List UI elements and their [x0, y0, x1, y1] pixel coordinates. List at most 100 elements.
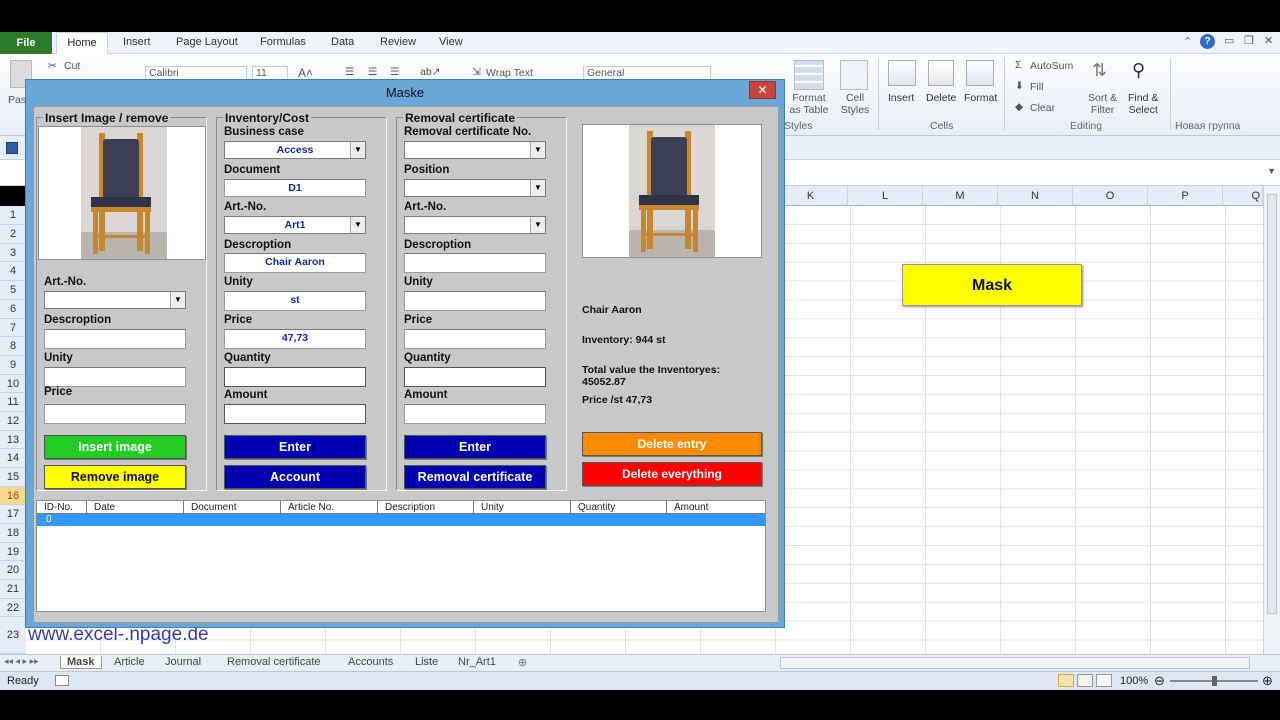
chevron-down-icon[interactable]: ▼	[350, 217, 365, 233]
clear-button[interactable]: Clear	[1030, 102, 1055, 114]
inventory-art-no-combo[interactable]: Art1 ▼	[224, 216, 366, 234]
tab-insert[interactable]: Insert	[123, 36, 151, 48]
zoom-level[interactable]: 100%	[1120, 675, 1148, 687]
sheet-tab-mask[interactable]: Mask	[60, 656, 102, 669]
align-middle-icon[interactable]: ☰	[368, 66, 377, 78]
dialog-close-button[interactable]: ✕	[749, 81, 776, 99]
image-price-field[interactable]	[44, 404, 186, 424]
row-header[interactable]: 3	[0, 244, 26, 262]
row-header[interactable]: 18	[0, 524, 26, 543]
removal-description-field[interactable]	[404, 253, 546, 273]
row-header[interactable]: 11	[0, 393, 26, 412]
tab-home[interactable]: Home	[56, 32, 108, 55]
normal-view-icon[interactable]	[1058, 674, 1074, 687]
position-combo[interactable]: ▼	[404, 179, 546, 197]
row-header[interactable]: 2	[0, 225, 26, 244]
formula-bar-expand-icon[interactable]: ▼	[1267, 166, 1276, 176]
macro-record-icon[interactable]	[55, 675, 69, 686]
sheet-tab-article[interactable]: Article	[114, 656, 145, 668]
window-minimize-icon[interactable]: ▭	[1224, 34, 1234, 47]
file-tab[interactable]: File	[0, 32, 52, 54]
row-header[interactable]: 5	[0, 281, 26, 300]
removal-unity-field[interactable]	[404, 291, 546, 311]
chevron-down-icon[interactable]: ▼	[530, 142, 545, 158]
tab-page-layout[interactable]: Page Layout	[176, 36, 238, 48]
format-cells-button[interactable]: Format	[964, 92, 997, 104]
row-header[interactable]: 19	[0, 543, 26, 561]
row-header[interactable]: 8	[0, 337, 26, 356]
row-header[interactable]: 12	[0, 412, 26, 431]
insert-image-button[interactable]: Insert image	[44, 435, 186, 459]
inventory-enter-button[interactable]: Enter	[224, 435, 366, 459]
format-as-table-button[interactable]: Format as Table	[784, 92, 834, 116]
sheet-tab-removal-certificate[interactable]: Removal certificate	[227, 656, 321, 668]
row-header[interactable]: 1	[0, 206, 26, 225]
row-header[interactable]: 9	[0, 356, 26, 375]
insert-sheet-icon[interactable]: ⊕	[518, 656, 527, 669]
list-header-description[interactable]: Description	[378, 501, 474, 514]
inventory-description-field[interactable]: Chair Aaron	[224, 253, 366, 273]
removal-enter-button[interactable]: Enter	[404, 435, 546, 459]
zoom-out-icon[interactable]: ⊖	[1154, 673, 1165, 689]
list-header-quantity[interactable]: Quantity	[571, 501, 667, 514]
row-header[interactable]: 22	[0, 599, 26, 617]
zoom-slider-thumb[interactable]	[1212, 676, 1217, 686]
removal-art-no-combo[interactable]: ▼	[404, 216, 546, 234]
row-header[interactable]: 21	[0, 580, 26, 599]
inventory-amount-field[interactable]	[224, 404, 366, 424]
business-case-combo[interactable]: Access ▼	[224, 141, 366, 159]
removal-certificate-button[interactable]: Removal certificate	[404, 465, 546, 489]
find-select-button[interactable]: Find & Select	[1128, 92, 1158, 116]
autosum-button[interactable]: AutoSum	[1030, 60, 1073, 72]
sort-filter-button[interactable]: Sort & Filter	[1088, 92, 1117, 116]
mask-button[interactable]: Mask	[902, 264, 1082, 306]
column-header-m[interactable]: M	[923, 186, 998, 206]
row-header[interactable]: 23	[0, 617, 26, 654]
delete-cells-button[interactable]: Delete	[926, 92, 956, 104]
inventory-price-field[interactable]: 47,73	[224, 329, 366, 349]
insert-cells-button[interactable]: Insert	[888, 92, 914, 104]
removal-cert-no-combo[interactable]: ▼	[404, 141, 546, 159]
paste-button[interactable]: Pas	[8, 94, 26, 106]
list-header-amount[interactable]: Amount	[667, 501, 765, 514]
sheet-tab-journal[interactable]: Journal	[165, 656, 201, 668]
account-button[interactable]: Account	[224, 465, 366, 489]
align-bottom-icon[interactable]: ☰	[390, 66, 399, 78]
column-header-o[interactable]: O	[1073, 186, 1148, 206]
chevron-down-icon[interactable]: ▼	[350, 142, 365, 158]
help-icon[interactable]: ?	[1200, 34, 1215, 49]
tab-review[interactable]: Review	[380, 36, 416, 48]
entries-list[interactable]: ID-No. Date Document Article No. Descrip…	[36, 500, 766, 612]
cell-styles-button[interactable]: Cell Styles	[835, 92, 875, 116]
zoom-in-icon[interactable]: ⊕	[1262, 673, 1273, 689]
inventory-quantity-field[interactable]	[224, 367, 366, 387]
cut-button[interactable]: Cut	[64, 60, 80, 72]
save-icon[interactable]	[6, 142, 18, 154]
window-restore-icon[interactable]: ❐	[1244, 34, 1254, 47]
removal-price-field[interactable]	[404, 329, 546, 349]
row-header-selected[interactable]: 16	[0, 487, 26, 505]
row-header[interactable]: 17	[0, 505, 26, 524]
tab-data[interactable]: Data	[331, 36, 354, 48]
image-unity-field[interactable]	[44, 367, 186, 387]
row-header[interactable]: 15	[0, 468, 26, 487]
column-header-k[interactable]: K	[774, 186, 848, 206]
list-header-id[interactable]: ID-No.	[37, 501, 87, 514]
image-art-no-combo[interactable]: ▼	[44, 291, 186, 309]
chevron-down-icon[interactable]: ▼	[170, 292, 185, 308]
delete-entry-button[interactable]: Delete entry	[582, 432, 762, 456]
chevron-down-icon[interactable]: ▼	[530, 180, 545, 196]
align-top-icon[interactable]: ☰	[345, 66, 354, 78]
minimize-ribbon-icon[interactable]: ⌃	[1183, 35, 1192, 48]
column-header-l[interactable]: L	[848, 186, 923, 206]
list-header-date[interactable]: Date	[87, 501, 184, 514]
window-close-icon[interactable]: ✕	[1264, 34, 1273, 47]
row-header[interactable]: 6	[0, 300, 26, 319]
document-field[interactable]: D1	[224, 179, 366, 197]
image-description-field[interactable]	[44, 329, 186, 349]
horizontal-scrollbar[interactable]	[780, 657, 1250, 669]
row-header[interactable]: 14	[0, 449, 26, 468]
sheet-nav-arrows-icon[interactable]: ◂◂ ◂ ▸ ▸▸	[4, 656, 39, 667]
column-header-n[interactable]: N	[998, 186, 1073, 206]
tab-view[interactable]: View	[439, 36, 463, 48]
